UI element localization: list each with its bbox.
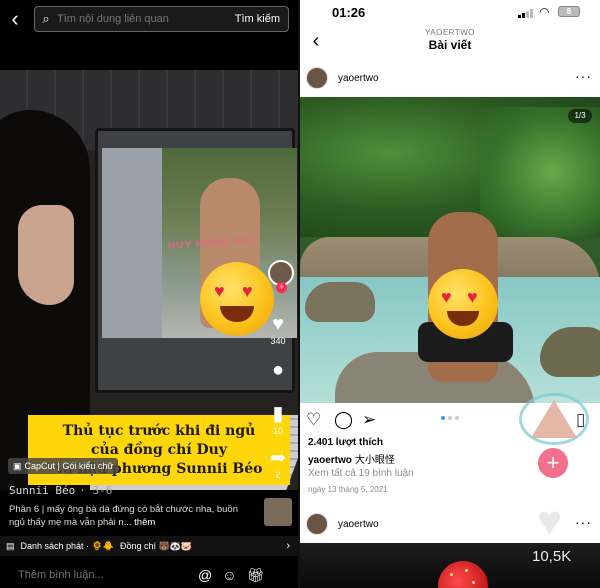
follow-plus-icon[interactable]: + [276,282,287,293]
sound-thumbnail[interactable] [264,498,292,526]
see-more-link[interactable]: thêm [134,517,155,528]
heart-eyes-emoji-icon: ♥ ♥ [428,269,498,339]
back-arrow-icon[interactable]: ‹ [306,30,326,53]
heart-eyes-emoji-icon: ♥ ♥ [200,262,274,336]
seed-dot [465,569,468,572]
author-name[interactable]: Sunnii Béo [9,484,75,497]
comment-bubble-icon[interactable]: ● [264,360,292,380]
heart-icon[interactable]: ♥ [264,314,292,334]
post-username[interactable]: yaoertwo [338,73,379,84]
search-icon: ⌕ [42,11,50,26]
strawberry-image [438,561,488,588]
caption-username[interactable]: yaoertwo [308,455,352,466]
next-post-username[interactable]: yaoertwo [338,519,379,530]
post-header: ‹ YAOERTWO Bài viết [300,28,600,56]
chevron-right-icon[interactable]: › [286,540,290,552]
signal-icon [518,8,533,18]
search-button[interactable]: Tìm kiếm [235,13,280,25]
post-author-row: yaoertwo ··· [300,64,600,92]
playlist-icon: ▤ [6,540,15,551]
video-caption-banner: Thủ tục trước khi đi ngủ của đồng chí Du… [28,415,290,485]
overlay-like-count: 10,5K [532,548,572,565]
more-options-icon[interactable]: ··· [575,68,592,84]
post-date: · 3-6 [79,484,113,497]
video-description: Phần 6 | mấy ông bà dà đứng có bắt chước… [9,503,239,529]
overlay-heart-icon[interactable]: ♥ [537,500,562,542]
avatar[interactable] [306,67,328,89]
post-caption: yaoertwo 大小眼怪 [308,451,395,466]
capcut-logo-icon: ▣ [13,460,22,471]
bookmark-count: 10 [272,426,283,436]
share-arrow-icon[interactable]: ➦ [264,448,292,468]
bookmark-action[interactable]: ▮ 10 [264,404,292,436]
send-icon[interactable]: ➢ [362,410,376,430]
comment-bar: @ ☺ 🎁︎ [0,562,298,588]
like-count[interactable]: 2.401 lượt thích [308,437,383,448]
comment-input[interactable] [18,569,188,581]
video-author[interactable]: Sunnii Béo · 3-6 [9,484,112,497]
page-title: Bài viết [428,38,472,52]
carousel-dots [441,416,459,420]
status-time: 01:26 [332,5,366,20]
photo-trees-right [480,107,600,237]
playlist-tag: Đồng chí 🐻🐼🐷 [119,540,193,551]
bookmark-icon[interactable]: ▮ [264,404,292,424]
mention-icon[interactable]: @ [198,567,212,583]
post-photo[interactable]: ♥ ♥ 1/3 [300,97,600,403]
search-box[interactable]: ⌕ Tìm kiếm [34,6,289,32]
capcut-label: CapCut | Gói kiểu chữ [24,461,114,471]
playlist-label: Danh sách phát · 🌻🐥 [20,540,114,551]
instagram-panel: 01:26 ◠ 8 ‹ YAOERTWO Bài viết yaoertwo ·… [300,0,600,588]
comment-icon[interactable]: ◯ [334,410,353,430]
girl-face [18,205,74,305]
monitor-screen-sidebar [102,148,162,338]
capcut-template-tag[interactable]: ▣ CapCut | Gói kiểu chữ [8,458,119,474]
caption-text: 大小眼怪 [354,455,395,466]
playlist-bar[interactable]: ▤ Danh sách phát · 🌻🐥 Đồng chí 🐻🐼🐷 › [0,536,298,556]
battery-icon: 8 [558,6,580,17]
comment-action[interactable]: ● [264,360,292,380]
more-options-icon[interactable]: ··· [575,514,592,530]
tiktok-top-bar: ‹ ⌕ Tìm kiếm [0,0,298,38]
search-input[interactable] [57,13,217,25]
caption-line-2: của đồng chí Duy [91,441,227,458]
header-username: YAOERTWO [425,28,475,37]
like-action[interactable]: ♥ 340 [264,314,292,346]
status-bar: 01:26 ◠ 8 [300,0,600,24]
view-all-comments-link[interactable]: Xem tất cả 19 bình luận [308,468,414,479]
post-date: ngày 13 tháng 5, 2021 [308,485,388,494]
back-arrow-icon[interactable]: ‹ [0,4,30,34]
avatar[interactable] [306,513,328,535]
video-player[interactable]: HUY HÔNG RỒI ♥ ♥ Thủ tục trước khi đi ng… [0,70,298,490]
like-count: 340 [270,336,286,346]
seed-dot [472,581,475,584]
wifi-icon: ◠ [539,5,550,19]
gift-icon[interactable]: 🎁︎ [247,567,265,584]
heart-icon[interactable]: ♡ [306,410,321,430]
photo-rock-left [305,282,375,322]
overlay-follow-plus-icon[interactable]: + [538,448,568,478]
carousel-counter: 1/3 [568,109,592,123]
share-count: 2 [275,470,281,480]
share-action[interactable]: ➦ 2 [264,448,292,480]
description-text: Phần 6 | mấy ông bà dà đứng có bắt chước… [9,504,238,528]
tiktok-panel: ‹ ⌕ Tìm kiếm HUY HÔNG RỒI ♥ ♥ Thủ tục tr… [0,0,298,588]
caption-line-1: Thủ tục trước khi đi ngủ [62,422,256,439]
emoji-icon[interactable]: ☺ [222,567,236,583]
seed-dot [450,573,453,576]
